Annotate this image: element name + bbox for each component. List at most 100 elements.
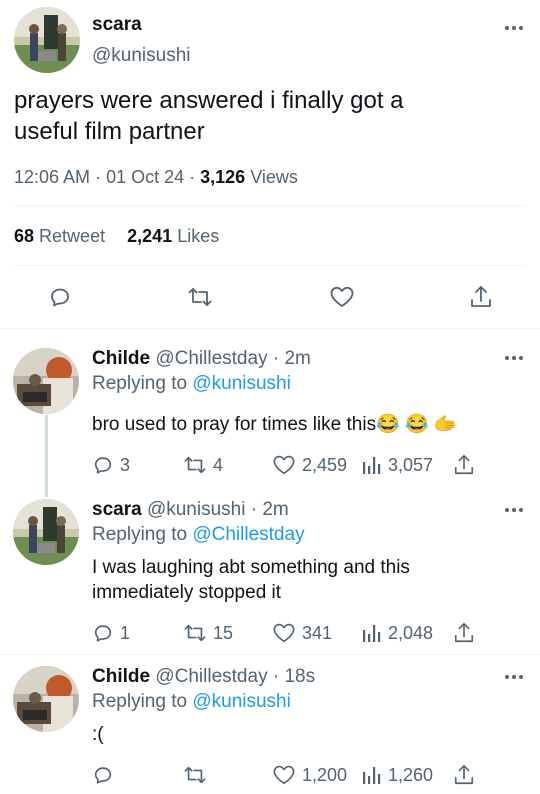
retweet-count: 15 xyxy=(213,622,234,643)
avatar[interactable] xyxy=(13,348,79,414)
reply-header: Childe @Chillestday · 2m xyxy=(92,348,311,370)
heart-icon xyxy=(273,765,295,785)
retweet-icon xyxy=(188,288,212,306)
like-button[interactable]: 1,200 xyxy=(272,764,347,786)
views-button[interactable]: 2,048 xyxy=(362,622,433,644)
reply-text: bro used to pray for times like this😂 😂 … xyxy=(92,414,458,435)
tweet-time[interactable]: 12:06 AM xyxy=(14,167,90,187)
tweet-text-line2: useful film partner xyxy=(14,118,205,145)
replying-to: Replying to @kunisushi xyxy=(92,691,291,713)
replying-handle-link[interactable]: @kunisushi xyxy=(192,373,291,394)
share-icon xyxy=(471,286,491,307)
reply-text-line1: I was laughing abt something and this xyxy=(92,557,410,578)
divider xyxy=(0,328,540,329)
views-button[interactable]: 1,260 xyxy=(362,764,433,786)
like-button[interactable]: 2,459 xyxy=(272,454,347,476)
display-name[interactable]: Childe xyxy=(92,666,150,687)
display-name[interactable]: scara xyxy=(92,499,142,520)
reply-button[interactable] xyxy=(48,285,72,309)
handle[interactable]: @kunisushi xyxy=(147,499,246,520)
handle[interactable]: @kunisushi xyxy=(92,45,191,67)
reply-button[interactable] xyxy=(92,764,114,786)
share-button[interactable] xyxy=(453,453,475,477)
reply-count: 1 xyxy=(120,622,131,643)
meta-separator: · xyxy=(189,167,201,187)
views-button[interactable]: 3,057 xyxy=(362,454,433,476)
thread-connector xyxy=(45,415,48,497)
share-icon xyxy=(454,623,474,643)
retweet-button[interactable]: 15 xyxy=(183,622,233,644)
view-count: 1,260 xyxy=(388,764,434,785)
like-count: 341 xyxy=(302,622,333,643)
display-name[interactable]: Childe xyxy=(92,348,150,369)
tweet-text-line1: prayers were answered i finally got a xyxy=(14,87,404,114)
tweet-meta: 12:06 AM · 01 Oct 24 · 3,126 Views xyxy=(14,167,298,188)
analytics-icon xyxy=(363,767,381,784)
likes-count: 2,241 xyxy=(127,226,173,246)
views-count: 3,126 xyxy=(200,167,246,187)
more-options-icon[interactable] xyxy=(505,506,525,514)
like-count: 2,459 xyxy=(302,454,348,475)
reply-age[interactable]: · 2m xyxy=(251,499,289,520)
retweet-icon xyxy=(184,624,206,642)
reply-button[interactable]: 3 xyxy=(92,454,130,476)
reply-age[interactable]: · 18s xyxy=(273,666,315,687)
replying-handle-link[interactable]: @Chillestday xyxy=(192,524,304,545)
reply-button[interactable]: 1 xyxy=(92,622,130,644)
like-button[interactable] xyxy=(329,285,355,309)
handle[interactable]: @Chillestday xyxy=(155,666,267,687)
divider xyxy=(14,265,526,266)
share-button[interactable] xyxy=(453,763,475,787)
engagement-stats: 68 Retweet 2,241 Likes xyxy=(14,226,219,247)
avatar[interactable] xyxy=(13,666,79,732)
reply-icon xyxy=(94,767,112,784)
retweet-count: 68 xyxy=(14,226,35,246)
heart-icon xyxy=(273,623,295,643)
avatar[interactable] xyxy=(13,499,79,565)
replying-to: Replying to @Chillestday xyxy=(92,524,305,546)
replying-label: Replying to xyxy=(92,691,188,712)
analytics-icon xyxy=(363,625,381,642)
likes-stat[interactable]: 2,241 Likes xyxy=(127,226,219,246)
reply-header: scara @kunisushi · 2m xyxy=(92,499,289,521)
handle[interactable]: @Chillestday xyxy=(155,348,267,369)
more-options-icon[interactable] xyxy=(505,354,525,362)
reply-icon xyxy=(94,457,112,474)
more-options-icon[interactable] xyxy=(505,24,525,32)
retweet-button[interactable] xyxy=(183,764,207,786)
reply-icon xyxy=(51,288,69,307)
like-button[interactable]: 341 xyxy=(272,622,332,644)
retweet-icon xyxy=(184,766,206,784)
reply-text: :( xyxy=(92,724,104,745)
reply-age[interactable]: · 2m xyxy=(273,348,311,369)
replying-handle-link[interactable]: @kunisushi xyxy=(192,691,291,712)
share-button[interactable] xyxy=(453,621,475,645)
replying-label: Replying to xyxy=(92,373,188,394)
view-count: 3,057 xyxy=(388,454,434,475)
replying-to: Replying to @kunisushi xyxy=(92,373,291,395)
retweet-count: 4 xyxy=(213,454,224,475)
display-name[interactable]: scara xyxy=(92,14,142,36)
retweets-stat[interactable]: 68 Retweet xyxy=(14,226,110,246)
likes-label: Likes xyxy=(177,226,220,246)
replying-label: Replying to xyxy=(92,524,188,545)
views-label: Views xyxy=(250,167,298,187)
heart-icon xyxy=(330,286,354,307)
reply-header: Childe @Chillestday · 18s xyxy=(92,666,315,688)
more-options-icon[interactable] xyxy=(505,673,525,681)
share-button[interactable] xyxy=(469,284,493,310)
avatar[interactable] xyxy=(14,7,80,73)
share-icon xyxy=(454,455,474,475)
divider xyxy=(0,654,540,655)
retweet-icon xyxy=(184,456,206,474)
retweet-label: Retweet xyxy=(39,226,106,246)
retweet-button[interactable]: 4 xyxy=(183,454,223,476)
share-icon xyxy=(454,765,474,785)
reply-count: 3 xyxy=(120,454,131,475)
retweet-button[interactable] xyxy=(187,285,213,309)
reply-icon xyxy=(94,625,112,642)
like-count: 1,200 xyxy=(302,764,348,785)
tweet-date[interactable]: 01 Oct 24 xyxy=(106,167,184,187)
divider xyxy=(14,205,526,206)
meta-separator: · xyxy=(95,167,107,187)
